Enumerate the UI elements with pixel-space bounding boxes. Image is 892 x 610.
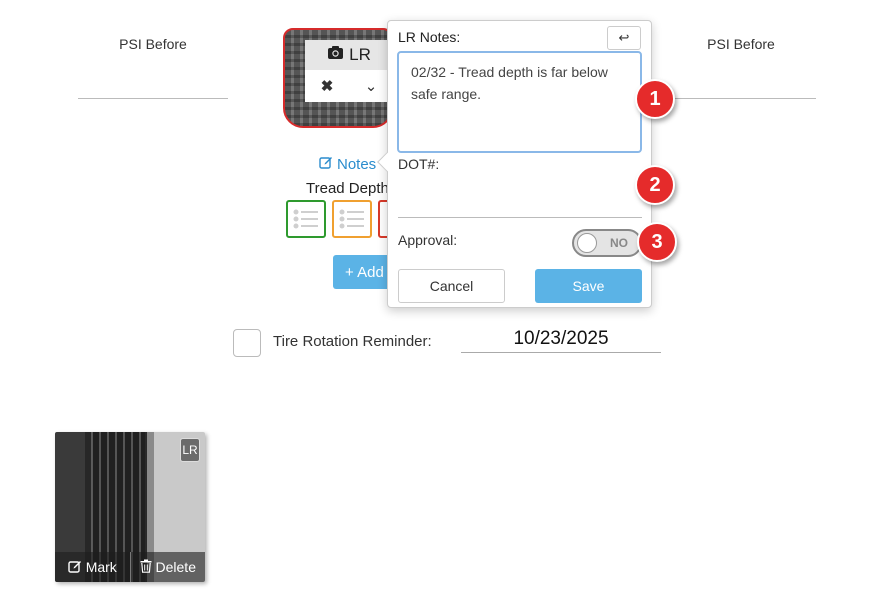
tread-good-button[interactable] xyxy=(286,200,326,238)
tire-position-header[interactable]: LR xyxy=(305,40,393,70)
save-button[interactable]: Save xyxy=(535,269,642,303)
notes-textarea[interactable]: 02/32 - Tread depth is far below safe ra… xyxy=(397,51,642,153)
delete-label: Delete xyxy=(155,559,196,575)
approval-toggle[interactable]: NO xyxy=(572,229,642,257)
chevron-down-icon[interactable]: ⌄ xyxy=(365,77,378,95)
tread-depth-label: Tread Depth xyxy=(306,180,389,197)
edit-icon xyxy=(67,559,82,576)
psi-before-label-right: PSI Before xyxy=(707,36,775,52)
psi-before-input-left[interactable] xyxy=(78,98,228,99)
x-icon[interactable]: ✖ xyxy=(321,77,334,95)
tire-actions: ✖ ⌄ xyxy=(305,70,393,102)
toggle-knob xyxy=(577,233,597,253)
delete-button[interactable]: Delete xyxy=(129,552,206,582)
tire-rotation-reminder-checkbox[interactable] xyxy=(233,329,261,357)
mark-button[interactable]: Mark xyxy=(55,552,130,582)
step-marker-1: 1 xyxy=(635,79,675,119)
add-button[interactable]: + Add xyxy=(333,255,393,289)
edit-icon xyxy=(319,155,333,173)
camera-icon xyxy=(327,45,344,65)
photo-action-bar: Mark Delete xyxy=(55,552,205,582)
tire-position-label: LR xyxy=(349,45,371,64)
trash-icon xyxy=(140,559,152,576)
mark-label: Mark xyxy=(85,559,117,575)
tread-warning-button[interactable] xyxy=(332,200,372,238)
undo-button[interactable]: ↩ xyxy=(607,26,641,50)
tire-photo-thumbnail[interactable]: LR Mark Delete xyxy=(55,432,205,582)
dot-input[interactable] xyxy=(398,217,642,218)
step-marker-3: 3 xyxy=(637,222,677,262)
list-icon xyxy=(339,209,364,229)
psi-before-input-right[interactable] xyxy=(666,98,816,99)
undo-icon: ↩ xyxy=(618,30,630,45)
notes-link[interactable]: Notes xyxy=(319,155,376,173)
notes-link-label: Notes xyxy=(337,155,377,173)
psi-before-label-left: PSI Before xyxy=(119,36,187,52)
tire-rotation-reminder-label: Tire Rotation Reminder: xyxy=(273,333,432,350)
cancel-button[interactable]: Cancel xyxy=(398,269,505,303)
list-icon xyxy=(293,209,318,229)
dot-label: DOT#: xyxy=(398,156,440,172)
photo-position-badge: LR xyxy=(180,438,200,462)
approval-label: Approval: xyxy=(398,232,458,248)
reminder-date-field[interactable]: 10/23/2025 xyxy=(461,328,661,353)
popover-title: LR Notes: xyxy=(398,29,461,45)
toggle-state-text: NO xyxy=(610,236,628,250)
step-marker-2: 2 xyxy=(635,165,675,205)
notes-popover: LR Notes: ↩ 02/32 - Tread depth is far b… xyxy=(387,20,652,308)
